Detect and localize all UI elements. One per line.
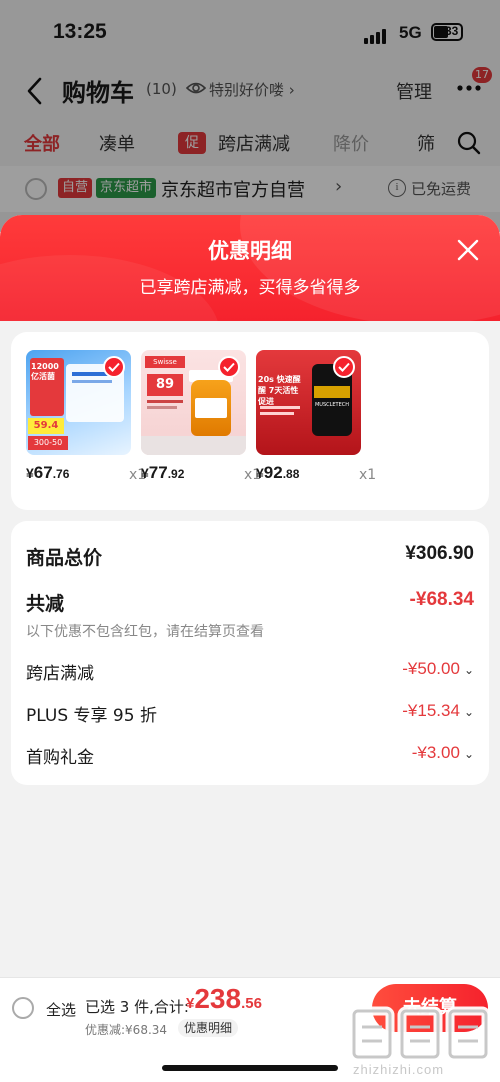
checkout-bar: 全选 已选 3 件,合计: ¥238.56 优惠减:¥68.34 优惠明细 去结… xyxy=(0,977,500,1082)
product-image-text: 20s 快速醒醒 7天活性促进 xyxy=(258,375,301,406)
discount-detail-sheet: 优惠明细 已享跨店满减，买得多省得多 12000 亿活菌 59.4 300-50 xyxy=(0,215,500,1082)
product-image[interactable]: 12000 亿活菌 59.4 300-50 xyxy=(26,350,131,455)
reduction-value: -¥68.34 xyxy=(409,589,474,610)
product-image[interactable]: Swisse 89 xyxy=(141,350,246,455)
product-image-text: Swisse xyxy=(145,356,185,368)
chevron-down-icon: ⌄ xyxy=(463,663,474,677)
selected-check-icon[interactable] xyxy=(218,356,240,378)
total-price-row: 商品总价 ¥306.90 xyxy=(26,543,474,570)
chevron-down-icon: ⌄ xyxy=(463,705,474,719)
product-quantity: x1 xyxy=(359,467,377,483)
discount-detail-toggle[interactable]: 优惠明细 xyxy=(178,1019,239,1037)
chevron-down-icon: ⌄ xyxy=(463,747,474,761)
product-image-badge: 300-50 xyxy=(28,436,68,450)
selected-products-card: 12000 亿活菌 59.4 300-50 ¥67.76 x1 Swisse 8… xyxy=(11,332,489,510)
discount-value[interactable]: -¥3.00 ⌄ xyxy=(412,743,474,763)
sheet-subtitle: 已享跨店满减，买得多省得多 xyxy=(139,278,361,298)
selected-count: 已选 3 件,合计: xyxy=(85,998,189,1016)
product-price: ¥77.92 xyxy=(141,463,185,482)
discount-label: 跨店满减 xyxy=(26,664,94,684)
discount-row[interactable]: PLUS 专享 95 折 -¥15.34 ⌄ xyxy=(26,701,474,726)
home-indicator xyxy=(162,1065,338,1071)
total-price-value: ¥306.90 xyxy=(405,543,474,564)
close-icon[interactable] xyxy=(456,238,480,262)
total-amount: ¥238.56 xyxy=(186,983,262,1014)
select-all-radio[interactable] xyxy=(12,997,34,1019)
product-image-brand: MUSCLETECH xyxy=(314,402,350,408)
discount-row[interactable]: 跨店满减 -¥50.00 ⌄ xyxy=(26,659,474,684)
sheet-title: 优惠明细 xyxy=(208,239,292,263)
discount-value[interactable]: -¥50.00 ⌄ xyxy=(402,659,474,679)
discount-label: 首购礼金 xyxy=(26,748,94,768)
discount-row[interactable]: 首购礼金 -¥3.00 ⌄ xyxy=(26,743,474,768)
selected-check-icon[interactable] xyxy=(333,356,355,378)
reduction-label: 共减 xyxy=(26,593,65,615)
price-summary-card: 商品总价 ¥306.90 共减 -¥68.34 以下优惠不包含红包，请在结算页查… xyxy=(11,521,489,785)
product-image[interactable]: 20s 快速醒醒 7天活性促进 MUSCLETECH xyxy=(256,350,361,455)
selected-check-icon[interactable] xyxy=(103,356,125,378)
product-price: ¥92.88 xyxy=(256,463,300,482)
product-price: ¥67.76 xyxy=(26,463,70,482)
product-image-price: 89 xyxy=(147,374,183,396)
discount-value[interactable]: -¥15.34 ⌄ xyxy=(402,701,474,721)
watermark-url: zhizhizhi.com xyxy=(353,1062,445,1077)
modal-backdrop[interactable] xyxy=(0,0,500,232)
reduction-row: 共减 -¥68.34 xyxy=(26,589,474,616)
reduction-note: 以下优惠不包含红包，请在结算页查看 xyxy=(26,624,264,640)
discount-label: PLUS 专享 95 折 xyxy=(26,706,157,726)
select-all-label[interactable]: 全选 xyxy=(46,999,76,1020)
product-image-price: 59.4 xyxy=(28,418,64,434)
total-price-label: 商品总价 xyxy=(26,547,103,569)
saved-amount: 优惠减:¥68.34 xyxy=(85,1023,168,1037)
sheet-header: 优惠明细 已享跨店满减，买得多省得多 xyxy=(0,215,500,321)
product-image-text: 12000 亿活菌 xyxy=(31,362,59,381)
